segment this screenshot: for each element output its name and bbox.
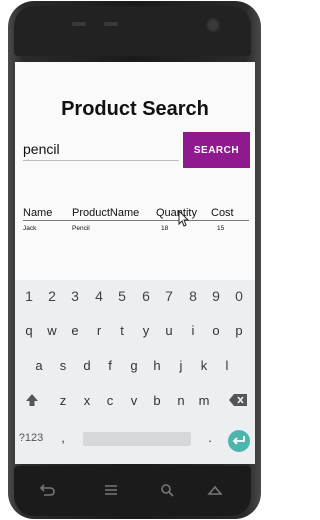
enter-key[interactable] bbox=[228, 430, 250, 452]
key-e[interactable]: e bbox=[64, 323, 86, 338]
home-nav-button[interactable] bbox=[204, 482, 226, 498]
home-button[interactable] bbox=[100, 482, 122, 498]
table-cell: 15 bbox=[217, 225, 225, 232]
front-camera bbox=[208, 20, 218, 30]
key-9[interactable]: 9 bbox=[205, 288, 227, 304]
key-v[interactable]: v bbox=[123, 393, 145, 408]
table-divider bbox=[23, 220, 249, 221]
search-icon bbox=[161, 484, 174, 497]
key-f[interactable]: f bbox=[99, 358, 121, 373]
key-m[interactable]: m bbox=[193, 393, 215, 408]
key-q[interactable]: q bbox=[18, 323, 40, 338]
key-d[interactable]: d bbox=[76, 358, 98, 373]
search-button[interactable]: SEARCH bbox=[183, 132, 250, 168]
key-w[interactable]: w bbox=[41, 323, 63, 338]
space-bar[interactable] bbox=[83, 432, 191, 446]
key-5[interactable]: 5 bbox=[111, 288, 133, 304]
column-header-productname: ProductName bbox=[72, 207, 140, 219]
top-bezel bbox=[14, 6, 251, 56]
page-title: Product Search bbox=[61, 98, 209, 120]
menu-icon bbox=[105, 485, 117, 495]
key-8[interactable]: 8 bbox=[182, 288, 204, 304]
sensor bbox=[104, 22, 118, 26]
key-t[interactable]: t bbox=[111, 323, 133, 338]
key-h[interactable]: h bbox=[146, 358, 168, 373]
key-p[interactable]: p bbox=[228, 323, 250, 338]
mouse-cursor-icon bbox=[178, 210, 190, 227]
key-c[interactable]: c bbox=[99, 393, 121, 408]
key-3[interactable]: 3 bbox=[64, 288, 86, 304]
key-s[interactable]: s bbox=[52, 358, 74, 373]
key-7[interactable]: 7 bbox=[158, 288, 180, 304]
key-o[interactable]: o bbox=[205, 323, 227, 338]
soft-keyboard: 1 2 3 4 5 6 7 8 9 0 q w e r t y u i o p … bbox=[15, 280, 255, 464]
key-i[interactable]: i bbox=[182, 323, 204, 338]
backspace-icon[interactable] bbox=[228, 393, 248, 407]
app-screen: Product Search SEARCH Name ProductName Q… bbox=[15, 62, 255, 464]
key-l[interactable]: l bbox=[216, 358, 238, 373]
key-j[interactable]: j bbox=[170, 358, 192, 373]
back-icon bbox=[39, 484, 55, 496]
key-6[interactable]: 6 bbox=[135, 288, 157, 304]
column-header-name: Name bbox=[23, 207, 53, 219]
bottom-bezel bbox=[14, 466, 251, 516]
key-k[interactable]: k bbox=[193, 358, 215, 373]
symbols-key[interactable]: ?123 bbox=[17, 432, 45, 444]
key-r[interactable]: r bbox=[88, 323, 110, 338]
search-input[interactable] bbox=[23, 138, 179, 161]
table-cell: Pencil bbox=[72, 225, 90, 232]
back-button[interactable] bbox=[36, 482, 58, 498]
key-b[interactable]: b bbox=[146, 393, 168, 408]
key-period[interactable]: . bbox=[199, 430, 221, 445]
enter-arrow-icon bbox=[232, 436, 245, 445]
search-nav-button[interactable] bbox=[156, 482, 178, 498]
key-1[interactable]: 1 bbox=[18, 288, 40, 304]
key-0[interactable]: 0 bbox=[228, 288, 250, 304]
phone-frame: Product Search SEARCH Name ProductName Q… bbox=[0, 0, 263, 520]
key-y[interactable]: y bbox=[135, 323, 157, 338]
table-cell: Jack bbox=[23, 225, 37, 232]
home-icon bbox=[207, 485, 223, 495]
shift-icon[interactable] bbox=[24, 392, 40, 408]
key-comma[interactable]: , bbox=[52, 430, 74, 445]
speaker-grille bbox=[72, 22, 86, 26]
key-x[interactable]: x bbox=[76, 393, 98, 408]
key-4[interactable]: 4 bbox=[88, 288, 110, 304]
column-header-cost: Cost bbox=[211, 207, 234, 219]
key-u[interactable]: u bbox=[158, 323, 180, 338]
table-cell: 18 bbox=[161, 225, 169, 232]
key-2[interactable]: 2 bbox=[41, 288, 63, 304]
key-z[interactable]: z bbox=[52, 393, 74, 408]
key-a[interactable]: a bbox=[28, 358, 50, 373]
key-n[interactable]: n bbox=[170, 393, 192, 408]
key-g[interactable]: g bbox=[123, 358, 145, 373]
